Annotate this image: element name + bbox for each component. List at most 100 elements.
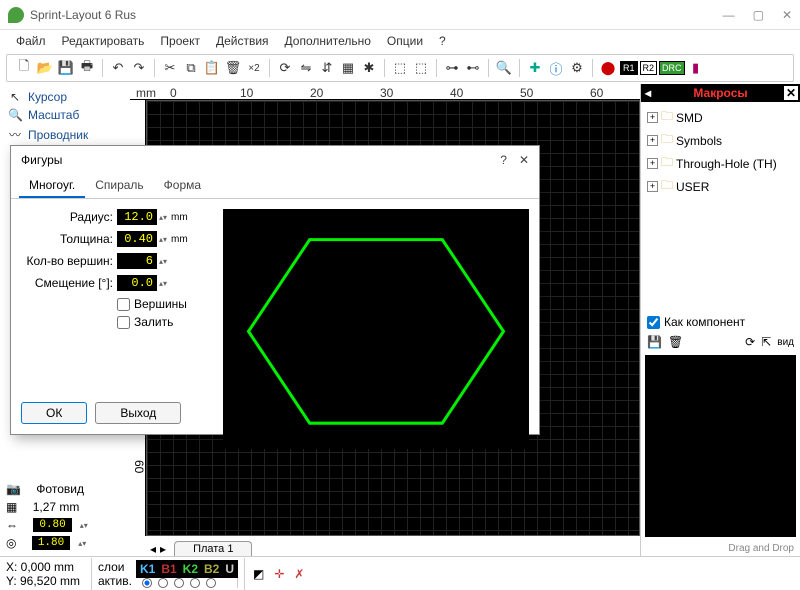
layer-b1[interactable]: B1	[161, 562, 176, 576]
dialog-help-icon[interactable]: ?	[500, 153, 507, 167]
stepper-icon[interactable]: ▴▾	[159, 213, 167, 222]
tab-polygon[interactable]: Многоуг.	[19, 174, 85, 198]
layer-names[interactable]: K1 B1 K2 B2 U	[136, 560, 238, 578]
tree-item-symbols[interactable]: +🗀Symbols	[647, 129, 794, 152]
undo-icon[interactable]: ↶	[109, 59, 127, 77]
board-tab-1[interactable]: Плата 1	[174, 541, 252, 556]
vertices-checkbox[interactable]	[117, 298, 130, 311]
layer-k2[interactable]: K2	[183, 562, 198, 576]
photoview-button[interactable]: 📷 Фотовид	[6, 480, 124, 498]
tab-form[interactable]: Форма	[154, 174, 211, 198]
input-thickness[interactable]: 0.40	[117, 231, 157, 247]
badge-r2[interactable]: R2	[640, 61, 658, 75]
expand-icon[interactable]: +	[647, 181, 658, 192]
menu-file[interactable]: Файл	[10, 32, 52, 50]
dialog-close-icon[interactable]: ✕	[519, 153, 529, 167]
badge-drc[interactable]: DRC	[659, 61, 685, 75]
group-icon[interactable]: ⬚	[391, 59, 409, 77]
menu-options[interactable]: Опции	[381, 32, 429, 50]
ok-button[interactable]: ОК	[21, 402, 87, 424]
next-board-icon[interactable]: ▸	[160, 542, 166, 556]
input-offset[interactable]: 0.0	[117, 275, 157, 291]
layer-k1[interactable]: K1	[140, 562, 155, 576]
cancel-button[interactable]: Выход	[95, 402, 181, 424]
mirror-h-icon[interactable]: ⇋	[297, 59, 315, 77]
macros-close-icon[interactable]: ✕	[784, 86, 798, 100]
redo-icon[interactable]: ↷	[130, 59, 148, 77]
remove-conn-icon[interactable]: ⊷	[464, 59, 482, 77]
sb-target-icon[interactable]: ✛	[274, 567, 284, 581]
gear-icon[interactable]: ⚙	[568, 59, 586, 77]
maximize-button[interactable]: ▢	[753, 8, 764, 22]
mirror-v-icon[interactable]: ⇵	[318, 59, 336, 77]
align-icon[interactable]: ▦	[339, 59, 357, 77]
rotate-icon[interactable]: ⟳	[276, 59, 294, 77]
layer-radio-u[interactable]	[206, 578, 216, 588]
input-vertices[interactable]: 6	[117, 253, 157, 269]
save-icon[interactable]: 💾	[57, 59, 75, 77]
expand-icon[interactable]: +	[647, 135, 658, 146]
crosshair-icon[interactable]: ✚	[526, 59, 544, 77]
shape-preview	[223, 209, 529, 449]
expand-icon[interactable]: +	[647, 112, 658, 123]
paste-icon[interactable]: 📋	[203, 59, 221, 77]
search-icon[interactable]: 🔍	[495, 59, 513, 77]
duplicate-icon[interactable]: ×2	[245, 59, 263, 77]
grid-setting[interactable]: ▦ 1,27 mm	[6, 498, 124, 516]
menu-project[interactable]: Проект	[154, 32, 206, 50]
collapse-left-icon[interactable]: ◂	[645, 86, 651, 100]
check-fill[interactable]: Залить	[117, 315, 211, 329]
stepper-icon[interactable]: ▴▾	[159, 235, 167, 244]
as-component-check[interactable]: Как компонент	[641, 311, 800, 333]
layer-b2[interactable]: B2	[204, 562, 219, 576]
delete-icon[interactable]: 🗑	[224, 59, 242, 77]
sb-tool-icon[interactable]: ◩	[253, 567, 264, 581]
width-setting-1[interactable]: ⇔ 0.80▴▾	[6, 516, 124, 534]
cut-icon[interactable]: ✂	[161, 59, 179, 77]
layer-radio-k1[interactable]	[142, 578, 152, 588]
check-vertices[interactable]: Вершины	[117, 297, 211, 311]
tab-spiral[interactable]: Спираль	[85, 174, 153, 198]
layer-u[interactable]: U	[225, 562, 234, 576]
menu-extra[interactable]: Дополнительно	[279, 32, 377, 50]
minimize-button[interactable]: —	[723, 8, 735, 22]
tool-cursor[interactable]: ↖Курсор	[6, 88, 124, 106]
menu-edit[interactable]: Редактировать	[56, 32, 151, 50]
menu-help[interactable]: ?	[433, 32, 452, 50]
badge-r1[interactable]: R1	[620, 61, 638, 75]
print-icon[interactable]: 🖶	[78, 59, 96, 77]
tree-item-through-hole[interactable]: +🗀Through-Hole (TH)	[647, 152, 794, 175]
tool-zoom[interactable]: 🔍Масштаб	[6, 106, 124, 124]
connections-icon[interactable]: ⊶	[443, 59, 461, 77]
new-icon[interactable]: 🗋	[15, 59, 33, 77]
ungroup-icon[interactable]: ⬚	[412, 59, 430, 77]
macro-refresh-icon[interactable]: ⟳	[745, 335, 755, 349]
tool-track[interactable]: 〰Проводник	[6, 124, 124, 145]
macro-delete-icon[interactable]: 🗑	[668, 335, 683, 349]
palette-icon[interactable]: ▮	[687, 59, 705, 77]
open-icon[interactable]: 📂	[36, 59, 54, 77]
fill-checkbox[interactable]	[117, 316, 130, 329]
info-icon[interactable]: ⓘ	[547, 59, 565, 77]
width-setting-2[interactable]: ◎ 1.80▴▾	[6, 534, 124, 552]
expand-icon[interactable]: +	[647, 158, 658, 169]
macro-view-label[interactable]: вид	[777, 337, 794, 348]
layer-radio-b2[interactable]	[190, 578, 200, 588]
as-component-checkbox[interactable]	[647, 316, 660, 329]
stepper-icon[interactable]: ▴▾	[159, 257, 167, 266]
layer-radio-b1[interactable]	[158, 578, 168, 588]
copy-icon[interactable]: ⧉	[182, 59, 200, 77]
tree-item-user[interactable]: +🗀USER	[647, 175, 794, 198]
tree-item-smd[interactable]: +🗀SMD	[647, 106, 794, 129]
record-icon[interactable]: ⬤	[599, 59, 617, 77]
macro-save-icon[interactable]: 💾	[647, 335, 662, 349]
layer-radio-k2[interactable]	[174, 578, 184, 588]
prev-board-icon[interactable]: ◂	[150, 542, 156, 556]
snap-icon[interactable]: ✱	[360, 59, 378, 77]
menu-actions[interactable]: Действия	[210, 32, 275, 50]
input-radius[interactable]: 12.0	[117, 209, 157, 225]
sb-disable-icon[interactable]: ✗	[294, 567, 304, 581]
stepper-icon[interactable]: ▴▾	[159, 279, 167, 288]
close-button[interactable]: ✕	[782, 8, 792, 22]
macro-import-icon[interactable]: ⇱	[761, 335, 771, 349]
